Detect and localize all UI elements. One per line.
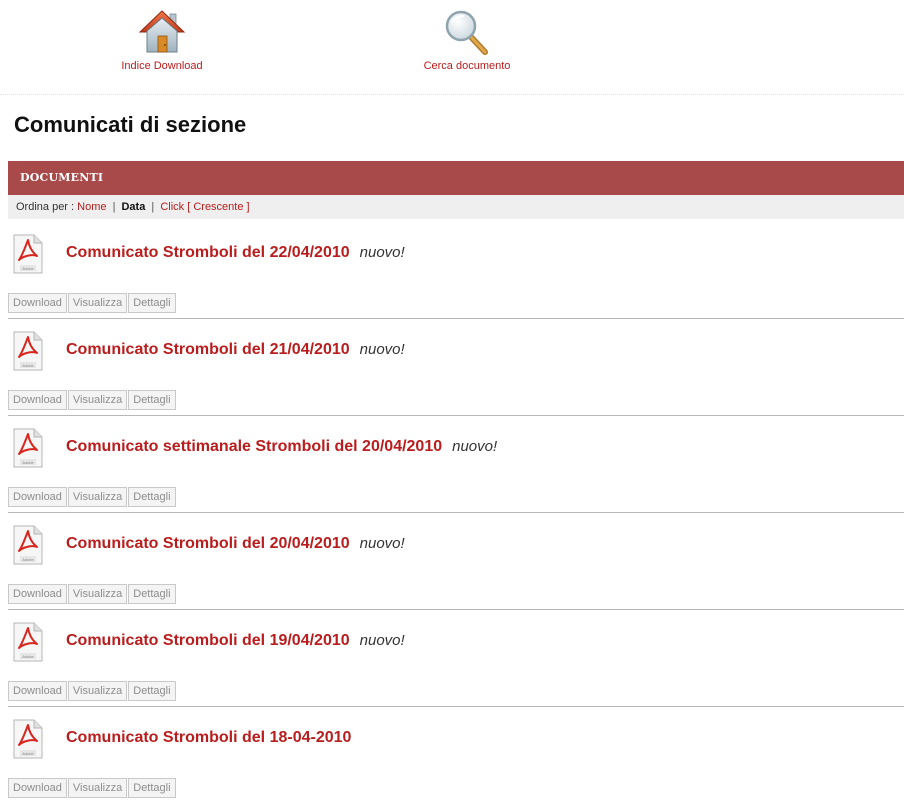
nav-search-document-label: Cerca documento xyxy=(423,60,511,72)
details-button[interactable]: Dettagli xyxy=(128,778,176,798)
sort-prefix: Ordina per : xyxy=(16,201,75,213)
document-actions: Download Visualizza Dettagli xyxy=(8,681,177,701)
document-item: Adobe Comunicato settimanale Stromboli d… xyxy=(8,416,904,513)
pdf-icon: Adobe xyxy=(13,428,43,468)
svg-text:Adobe: Adobe xyxy=(22,751,34,756)
document-title-link[interactable]: Comunicato Stromboli del 19/04/2010 nuovo… xyxy=(66,632,405,650)
pdf-icon: Adobe xyxy=(13,622,43,662)
document-title-link[interactable]: Comunicato Stromboli del 18-04-2010 xyxy=(66,729,361,747)
sort-separator: | xyxy=(151,201,155,213)
pdf-icon: Adobe xyxy=(13,719,43,759)
document-title: Comunicato Stromboli del 19/04/2010 xyxy=(66,632,350,649)
download-button[interactable]: Download xyxy=(8,584,67,604)
nav-download-index[interactable]: Indice Download xyxy=(92,8,232,72)
document-title-link[interactable]: Comunicato settimanale Stromboli del 20/… xyxy=(66,438,497,456)
document-actions: Download Visualizza Dettagli xyxy=(8,778,177,798)
sort-order-link[interactable]: [ Crescente ] xyxy=(187,201,249,213)
document-title-link[interactable]: Comunicato Stromboli del 20/04/2010 nuovo… xyxy=(66,535,405,553)
download-button[interactable]: Download xyxy=(8,487,67,507)
new-badge: nuovo! xyxy=(359,244,405,261)
document-title: Comunicato settimanale Stromboli del 20/… xyxy=(66,438,443,455)
view-button[interactable]: Visualizza xyxy=(67,390,128,410)
pdf-icon: Adobe xyxy=(13,331,43,371)
sort-by-click-link[interactable]: Click xyxy=(160,201,184,213)
pdf-icon: Adobe xyxy=(13,234,43,274)
document-actions: Download Visualizza Dettagli xyxy=(8,584,177,604)
document-item: Adobe Comunicato Stromboli del 20/04/201… xyxy=(8,513,904,610)
svg-text:Adobe: Adobe xyxy=(22,460,34,465)
new-badge: nuovo! xyxy=(452,438,498,455)
document-item: Adobe Comunicato Stromboli del 18-04-201… xyxy=(8,707,904,804)
nav-search-document[interactable]: Cerca documento xyxy=(397,8,537,72)
svg-text:Adobe: Adobe xyxy=(22,363,34,368)
document-title-link[interactable]: Comunicato Stromboli del 21/04/2010 nuovo… xyxy=(66,341,405,359)
document-item: Adobe Comunicato Stromboli del 22/04/201… xyxy=(8,222,904,319)
page-title: Comunicati di sezione xyxy=(14,112,247,137)
document-title: Comunicato Stromboli del 21/04/2010 xyxy=(66,341,350,358)
document-title: Comunicato Stromboli del 18-04-2010 xyxy=(66,729,352,746)
view-button[interactable]: Visualizza xyxy=(67,293,128,313)
document-title: Comunicato Stromboli del 20/04/2010 xyxy=(66,535,350,552)
download-button[interactable]: Download xyxy=(8,293,67,313)
document-list: Adobe Comunicato Stromboli del 22/04/201… xyxy=(8,222,904,804)
document-item: Adobe Comunicato Stromboli del 19/04/201… xyxy=(8,610,904,707)
view-button[interactable]: Visualizza xyxy=(67,778,128,798)
new-badge: nuovo! xyxy=(359,341,405,358)
document-title: Comunicato Stromboli del 22/04/2010 xyxy=(66,244,350,261)
download-button[interactable]: Download xyxy=(8,778,67,798)
magnifier-icon xyxy=(445,10,488,55)
details-button[interactable]: Dettagli xyxy=(128,390,176,410)
pdf-icon: Adobe xyxy=(13,525,43,565)
view-button[interactable]: Visualizza xyxy=(67,487,128,507)
documents-header: DOCUMENTI xyxy=(8,161,904,195)
nav-download-index-label: Indice Download xyxy=(121,60,203,72)
details-button[interactable]: Dettagli xyxy=(128,293,176,313)
sort-bar: Ordina per : Nome | Data | Click [ Cresc… xyxy=(8,195,904,219)
view-button[interactable]: Visualizza xyxy=(67,681,128,701)
sort-by-name-link[interactable]: Nome xyxy=(77,201,106,213)
top-navigation: Indice Download Cerca documento xyxy=(0,0,904,95)
download-button[interactable]: Download xyxy=(8,681,67,701)
document-actions: Download Visualizza Dettagli xyxy=(8,390,177,410)
details-button[interactable]: Dettagli xyxy=(128,584,176,604)
home-icon xyxy=(138,10,186,53)
svg-text:Adobe: Adobe xyxy=(22,654,34,659)
details-button[interactable]: Dettagli xyxy=(128,681,176,701)
document-actions: Download Visualizza Dettagli xyxy=(8,293,177,313)
document-item: Adobe Comunicato Stromboli del 21/04/201… xyxy=(8,319,904,416)
details-button[interactable]: Dettagli xyxy=(128,487,176,507)
document-title-link[interactable]: Comunicato Stromboli del 22/04/2010 nuovo… xyxy=(66,244,405,262)
new-badge: nuovo! xyxy=(359,535,405,552)
new-badge: nuovo! xyxy=(359,632,405,649)
sort-by-date: Data xyxy=(121,201,146,213)
document-actions: Download Visualizza Dettagli xyxy=(8,487,177,507)
svg-text:Adobe: Adobe xyxy=(22,557,34,562)
svg-text:Adobe: Adobe xyxy=(22,266,34,271)
view-button[interactable]: Visualizza xyxy=(67,584,128,604)
sort-separator: | xyxy=(112,201,116,213)
download-button[interactable]: Download xyxy=(8,390,67,410)
